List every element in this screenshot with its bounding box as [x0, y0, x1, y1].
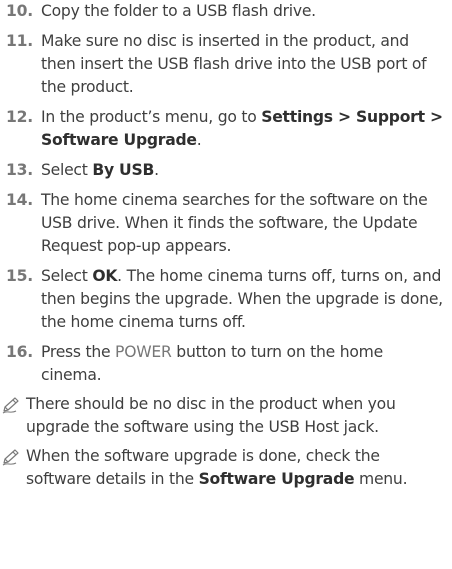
bold-term: > — [332, 108, 357, 126]
step-number: 16. — [6, 343, 33, 361]
text-fragment: Select — [41, 267, 93, 285]
step-number: 13. — [6, 161, 33, 179]
bold-term: Support — [356, 108, 425, 126]
bold-term: Settings — [261, 108, 333, 126]
text-fragment: menu. — [354, 470, 408, 488]
note-item: There should be no disc in the product w… — [0, 393, 452, 439]
step-item: 11. Make sure no disc is inserted in the … — [0, 30, 452, 99]
step-text: The home cinema searches for the softwar… — [41, 191, 428, 255]
step-number: 14. — [6, 191, 33, 209]
text-fragment: . — [154, 161, 159, 179]
bold-term: OK — [92, 267, 118, 285]
text-fragment: There should be no disc in the product w… — [26, 395, 396, 436]
step-text: In the product’s menu, go to Settings > … — [41, 108, 443, 149]
text-fragment: . — [196, 131, 202, 149]
step-item: 10. Copy the folder to a USB flash drive. — [0, 0, 452, 23]
text-fragment: Select — [41, 161, 93, 179]
step-text: Copy the folder to a USB flash drive. — [41, 2, 316, 20]
text-fragment: Make sure no disc is inserted in the pro… — [41, 32, 427, 96]
notes-list: There should be no disc in the product w… — [0, 393, 452, 491]
step-text: Make sure no disc is inserted in the pro… — [41, 32, 427, 96]
text-fragment: In the product’s menu, go to — [41, 108, 262, 126]
bold-term: > — [424, 108, 443, 126]
note-item: When the software upgrade is done, check… — [0, 445, 452, 491]
step-text: Select OK. The home cinema turns off, tu… — [41, 267, 443, 331]
step-number: 11. — [6, 32, 33, 50]
step-item: 12. In the product’s menu, go to Settings… — [0, 106, 452, 152]
note-text: There should be no disc in the product w… — [26, 395, 396, 436]
step-item: 14. The home cinema searches for the soft… — [0, 189, 452, 258]
step-item: 15. Select OK. The home cinema turns off,… — [0, 265, 452, 334]
manual-page: 10. Copy the folder to a USB flash drive.… — [0, 0, 452, 569]
text-fragment: Copy the folder to a USB flash drive. — [41, 2, 316, 20]
step-text: Select By USB. — [41, 161, 159, 179]
step-item: 13. Select By USB. — [0, 159, 452, 182]
bold-term: Software Upgrade — [41, 131, 197, 149]
step-number: 15. — [6, 267, 33, 285]
step-number: 12. — [6, 108, 33, 126]
text-fragment: The home cinema searches for the softwar… — [41, 191, 428, 255]
note-text: When the software upgrade is done, check… — [26, 447, 408, 488]
step-item: 16. Press the POWER button to turn on the… — [0, 341, 452, 387]
step-text: Press the POWER button to turn on the ho… — [41, 343, 383, 384]
pencil-note-icon — [2, 396, 22, 414]
upgrade-steps-list: 10. Copy the folder to a USB flash drive.… — [0, 0, 452, 387]
step-number: 10. — [6, 2, 33, 20]
bold-term: By USB — [92, 161, 155, 179]
text-fragment: Press the — [41, 343, 116, 361]
pencil-note-icon — [2, 448, 22, 466]
button-name: POWER — [115, 343, 172, 361]
bold-term: Software Upgrade — [198, 470, 355, 488]
